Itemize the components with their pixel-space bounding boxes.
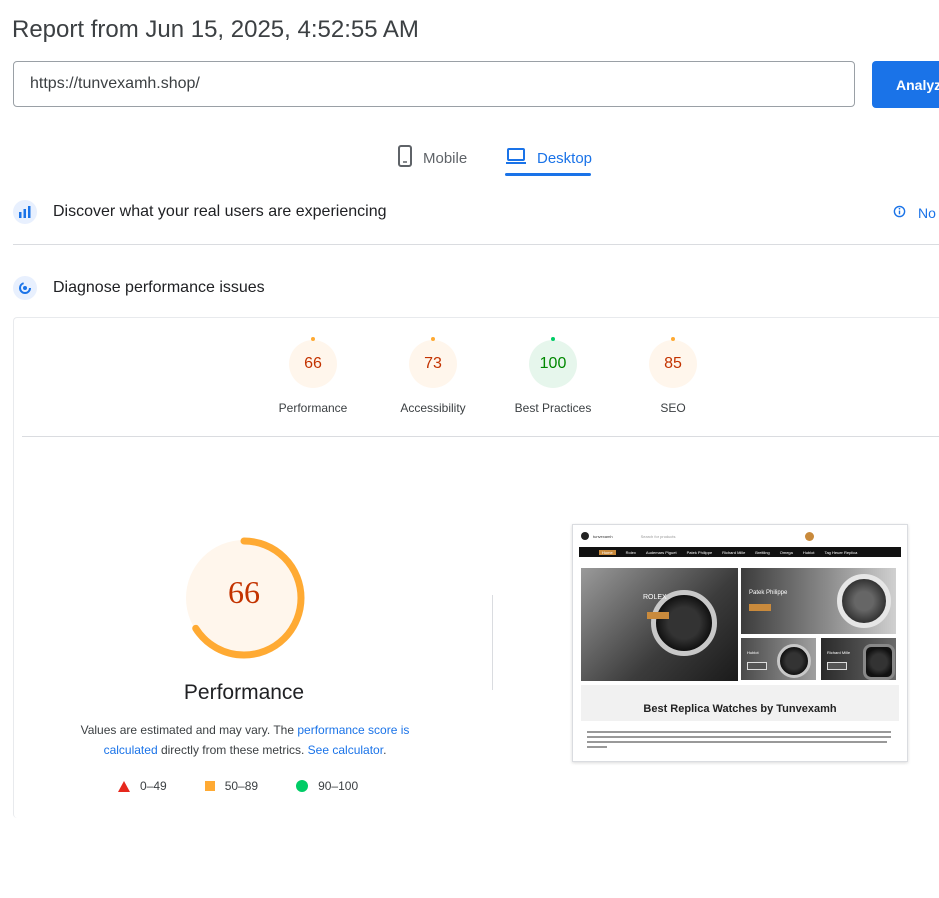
- field-data-section: Discover what your real users are experi…: [13, 200, 386, 224]
- gauge-score: 85: [664, 355, 682, 372]
- no-data-label: No: [918, 205, 936, 221]
- desc-text: Values are estimated and may vary. The: [80, 723, 298, 737]
- users-chart-icon: [13, 200, 37, 224]
- section-divider: [13, 244, 939, 245]
- promo-panel-1: Patek Philippe: [741, 568, 896, 634]
- hero-brand: ROLEX: [643, 594, 667, 601]
- gauge-label: SEO: [660, 401, 686, 415]
- laptop-icon: [505, 147, 527, 169]
- url-input[interactable]: [13, 61, 855, 107]
- gauge-score: 66: [304, 355, 322, 372]
- desc-text: .: [383, 743, 387, 757]
- gauges-divider: [22, 436, 939, 437]
- lab-data-heading: Diagnose performance issues: [53, 279, 265, 296]
- seo-gauge[interactable]: 85 SEO: [613, 337, 733, 415]
- square-icon: [204, 781, 215, 791]
- text-line: [587, 736, 891, 738]
- page-screenshot[interactable]: tunvexamh Search for products Home Rolex A…: [572, 524, 908, 762]
- panel-2-button: [747, 662, 767, 670]
- hero-banner: ROLEX: [581, 568, 738, 681]
- tab-mobile-label: Mobile: [423, 149, 468, 167]
- watch-image: [777, 644, 811, 678]
- info-icon: [893, 205, 906, 221]
- score-legend: 0–49 50–89 90–100: [118, 779, 396, 793]
- screenshot-nav-item: Patek Philippe: [686, 549, 713, 555]
- site-search: Search for products: [640, 533, 676, 539]
- panel-1-button: [749, 604, 771, 611]
- screenshot-nav-item: Tag Heuer Replica: [824, 549, 858, 555]
- screenshot-nav: Home Rolex Audemars Piguet Patek Philippe Ri…: [579, 547, 901, 557]
- watch-image: [863, 644, 895, 680]
- legend-range: 0–49: [140, 779, 167, 793]
- gauge-label: Accessibility: [400, 401, 466, 415]
- text-line: [587, 731, 891, 733]
- gauge-label: Best Practices: [514, 401, 592, 415]
- analyze-button[interactable]: Analyze: [872, 61, 939, 108]
- screenshot-nav-item: Home: [599, 549, 616, 555]
- tab-desktop[interactable]: Desktop: [505, 140, 592, 176]
- tab-mobile[interactable]: Mobile: [397, 140, 467, 176]
- text-line: [587, 746, 607, 748]
- desc-text: directly from these metrics.: [157, 743, 308, 757]
- screenshot-nav-item: Rolex: [625, 549, 636, 555]
- screenshot-nav-item: Omega: [779, 549, 793, 555]
- performance-title: Performance: [183, 681, 305, 704]
- phone-icon: [397, 145, 413, 171]
- profile-icon: [804, 531, 814, 541]
- screenshot-nav-item: Audemars Piguet: [645, 549, 677, 555]
- screenshot-subnav: [579, 557, 901, 565]
- performance-gauge[interactable]: 66 Performance: [253, 337, 373, 415]
- legend-item-fail: 0–49: [118, 779, 167, 793]
- gauge-label: Performance: [278, 401, 348, 415]
- panel-2-title: Hublot: [747, 650, 759, 655]
- vertical-separator: [492, 595, 493, 690]
- screenshot-nav-item: Richard Mille: [722, 549, 746, 555]
- legend-range: 50–89: [224, 779, 259, 793]
- panel-3-title: Richard Mille: [827, 650, 851, 655]
- accessibility-gauge[interactable]: 73 Accessibility: [373, 337, 493, 415]
- text-line: [587, 741, 887, 743]
- screenshot-nav-item: Breitling: [755, 549, 770, 555]
- performance-score-value: 66: [228, 574, 260, 610]
- active-tab-indicator: [505, 173, 591, 176]
- screenshot-headline: Best Replica Watches by Tunvexamh: [643, 703, 837, 715]
- promo-panel-3: Richard Mille: [821, 638, 896, 680]
- diagnose-icon: [13, 276, 37, 300]
- watch-image: [837, 574, 891, 628]
- report-title: Report from Jun 15, 2025, 4:52:55 AM: [12, 16, 419, 43]
- legend-range: 90–100: [318, 779, 359, 793]
- panel-3-button: [827, 662, 847, 670]
- gauge-score: 100: [539, 355, 567, 372]
- tab-desktop-label: Desktop: [537, 149, 593, 167]
- site-name: tunvexamh: [593, 533, 613, 539]
- gauge-score: 73: [424, 355, 442, 372]
- promo-panel-2: Hublot: [741, 638, 816, 680]
- lab-data-section: Diagnose performance issues: [13, 276, 265, 300]
- screenshot-header: tunvexamh Search for products: [573, 525, 907, 547]
- best-practices-gauge[interactable]: 100 Best Practices: [493, 337, 613, 415]
- no-data-link[interactable]: No: [893, 205, 936, 221]
- circle-icon: [296, 780, 309, 792]
- legend-item-average: 50–89: [204, 779, 259, 793]
- see-calculator-link[interactable]: See calculator: [308, 743, 383, 757]
- triangle-icon: [118, 780, 130, 792]
- field-data-heading: Discover what your real users are experi…: [53, 203, 387, 220]
- site-logo-icon: [581, 532, 589, 540]
- performance-description: Values are estimated and may vary. The p…: [60, 720, 430, 760]
- legend-item-pass: 90–100: [296, 779, 358, 793]
- panel-1-title: Patek Philippe: [749, 590, 788, 596]
- hero-button: [647, 612, 669, 619]
- screenshot-nav-item: Hublot: [802, 549, 815, 555]
